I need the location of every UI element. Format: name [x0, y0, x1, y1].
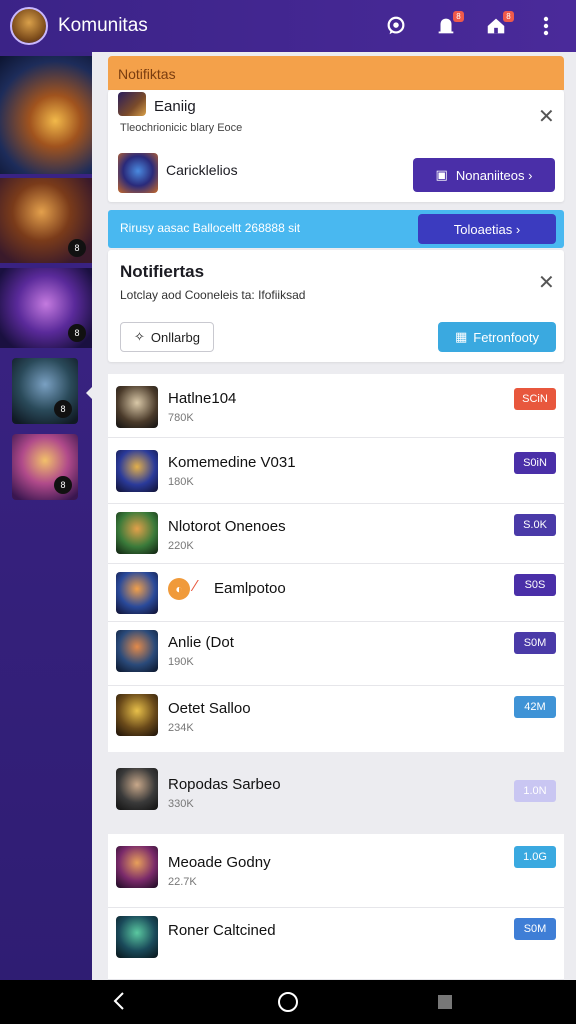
- chat-icon[interactable]: [384, 14, 408, 38]
- item-name: Komemedine V031: [168, 454, 296, 471]
- app-bar-actions: 8 8: [384, 11, 558, 38]
- item-count: 190K: [168, 656, 194, 668]
- notification-badge: 8: [453, 11, 464, 22]
- back-icon[interactable]: [112, 992, 126, 1010]
- card2-outline-label: Onllarbg: [150, 329, 201, 345]
- item-badge: S0iN: [514, 452, 556, 474]
- item-badge: S0S: [514, 574, 556, 596]
- item-name: Anlie (Dot: [168, 634, 234, 651]
- app-bar: Komunitas 8 8: [0, 0, 576, 52]
- list-item[interactable]: Komemedine V031 180K S0iN: [108, 438, 564, 504]
- item-name: Eamlpotoo: [214, 580, 286, 597]
- item-count: 220K: [168, 540, 194, 552]
- item-count: 234K: [168, 722, 194, 734]
- arrow-icon: ⁄: [194, 578, 197, 595]
- card2-blue-button[interactable]: ▦ Fetronfooty: [438, 322, 556, 352]
- game-thumbnail: [116, 694, 158, 736]
- game-thumbnail: [116, 846, 158, 888]
- item-badge: 1.0N: [514, 780, 556, 802]
- system-nav-bar: [0, 980, 576, 1024]
- rail-item-5[interactable]: 8: [12, 434, 78, 500]
- card1-subtitle: Tleochrionicic blary Eoce: [120, 122, 243, 134]
- rail-item-3[interactable]: 8: [0, 268, 92, 348]
- item-name: Oetet Salloo: [168, 700, 251, 717]
- item-badge: 42M: [514, 696, 556, 718]
- item-name: Ropodas Sarbeo: [168, 776, 281, 793]
- item-badge: S0M: [514, 632, 556, 654]
- list-item[interactable]: Anlie (Dot 190K S0M: [108, 622, 564, 686]
- rail-badge: 8: [54, 476, 72, 494]
- rail-badge: 8: [54, 400, 72, 418]
- calendar-icon: ▦: [454, 329, 468, 344]
- game-thumbnail: [116, 572, 158, 614]
- app-logo[interactable]: [10, 7, 48, 45]
- item-count: 22.7K: [168, 876, 197, 888]
- list-item[interactable]: Roner Caltcined S0M: [108, 908, 564, 980]
- game-thumbnail: [116, 630, 158, 672]
- app-title: Komunitas: [58, 15, 148, 36]
- game-thumbnail: [116, 450, 158, 492]
- card1-action-label: Nonaniiteos ›: [455, 167, 533, 183]
- item-count: 180K: [168, 476, 194, 488]
- close-icon[interactable]: ✕: [538, 104, 555, 129]
- recents-icon[interactable]: [438, 995, 452, 1009]
- game-thumbnail: [116, 768, 158, 810]
- rail-art: [0, 56, 92, 174]
- section-title: Notifiktas: [118, 66, 176, 82]
- rail-item-1[interactable]: [0, 56, 92, 174]
- game-thumbnail: [118, 92, 146, 116]
- item-badge: SCiN: [514, 388, 556, 410]
- banner-text: Rirusy aasac Balloceltt 268888 sit: [120, 221, 301, 235]
- promo-banner: Rirusy aasac Balloceltt 268888 sit Toloa…: [108, 210, 564, 248]
- notification-card-1: Eaniig Tleochrionicic blary Eoce ✕ Caric…: [108, 90, 564, 202]
- rail-item-4[interactable]: 8: [12, 358, 78, 424]
- list-item[interactable]: Ropodas Sarbeo 330K 1.0N: [108, 762, 564, 826]
- rail-badge: 8: [68, 239, 86, 257]
- rail-selected-indicator: [86, 385, 94, 401]
- card2-subtitle: Lotclay aod Cooneleis ta: Ifofiiksad: [120, 288, 306, 302]
- item-badge: S.0K: [514, 514, 556, 536]
- card2-title: Notifiertas: [120, 262, 205, 281]
- game-thumbnail: [118, 153, 158, 193]
- card2-blue-label: Fetronfooty: [473, 329, 540, 345]
- game-thumbnail: [116, 512, 158, 554]
- card1-title: Eaniig: [154, 98, 196, 115]
- banner-button-label: Toloaetias ›: [453, 221, 521, 237]
- sparkle-icon: ✧: [133, 329, 145, 344]
- home-nav-icon[interactable]: [278, 992, 298, 1012]
- home-badge: 8: [503, 11, 514, 22]
- item-name: Nlotorot Onenoes: [168, 518, 286, 535]
- gift-icon: ▣: [435, 167, 448, 182]
- card1-action-button[interactable]: ▣ Nonaniiteos ›: [413, 158, 555, 192]
- item-badge: S0M: [514, 918, 556, 940]
- notification-card-2: Notifiertas Lotclay aod Cooneleis ta: If…: [108, 250, 564, 362]
- banner-button[interactable]: Toloaetias ›: [418, 214, 556, 244]
- item-badge: 1.0G: [514, 846, 556, 868]
- list-item[interactable]: ◐ ⁄ Eamlpotoo S0S: [108, 564, 564, 622]
- card2-outline-button[interactable]: ✧ Onllarbg: [120, 322, 214, 352]
- notification-icon[interactable]: 8: [434, 11, 464, 38]
- community-rail: 8 8 8 8: [0, 52, 92, 980]
- list-item[interactable]: Nlotorot Onenoes 220K S.0K: [108, 504, 564, 564]
- home-icon[interactable]: 8: [484, 11, 514, 38]
- card1-item-label: Caricklelios: [166, 162, 238, 178]
- close-icon[interactable]: ✕: [538, 270, 555, 295]
- rail-item-2[interactable]: 8: [0, 178, 92, 263]
- more-vert-icon[interactable]: [534, 14, 558, 38]
- tag-icon: ◐: [168, 578, 190, 600]
- list-item[interactable]: Oetet Salloo 234K 42M: [108, 686, 564, 752]
- section-header: Notifiktas: [108, 56, 564, 90]
- game-thumbnail: [116, 916, 158, 958]
- item-name: Meoade Godny: [168, 854, 271, 871]
- rail-badge: 8: [68, 324, 86, 342]
- item-name: Hatlne104: [168, 390, 237, 407]
- list-item[interactable]: Hatlne104 780K SCiN: [108, 374, 564, 438]
- item-count: 330K: [168, 798, 194, 810]
- item-count: 780K: [168, 412, 194, 424]
- item-name: Roner Caltcined: [168, 922, 276, 939]
- game-thumbnail: [116, 386, 158, 428]
- list-item[interactable]: Meoade Godny 22.7K 1.0G: [108, 834, 564, 908]
